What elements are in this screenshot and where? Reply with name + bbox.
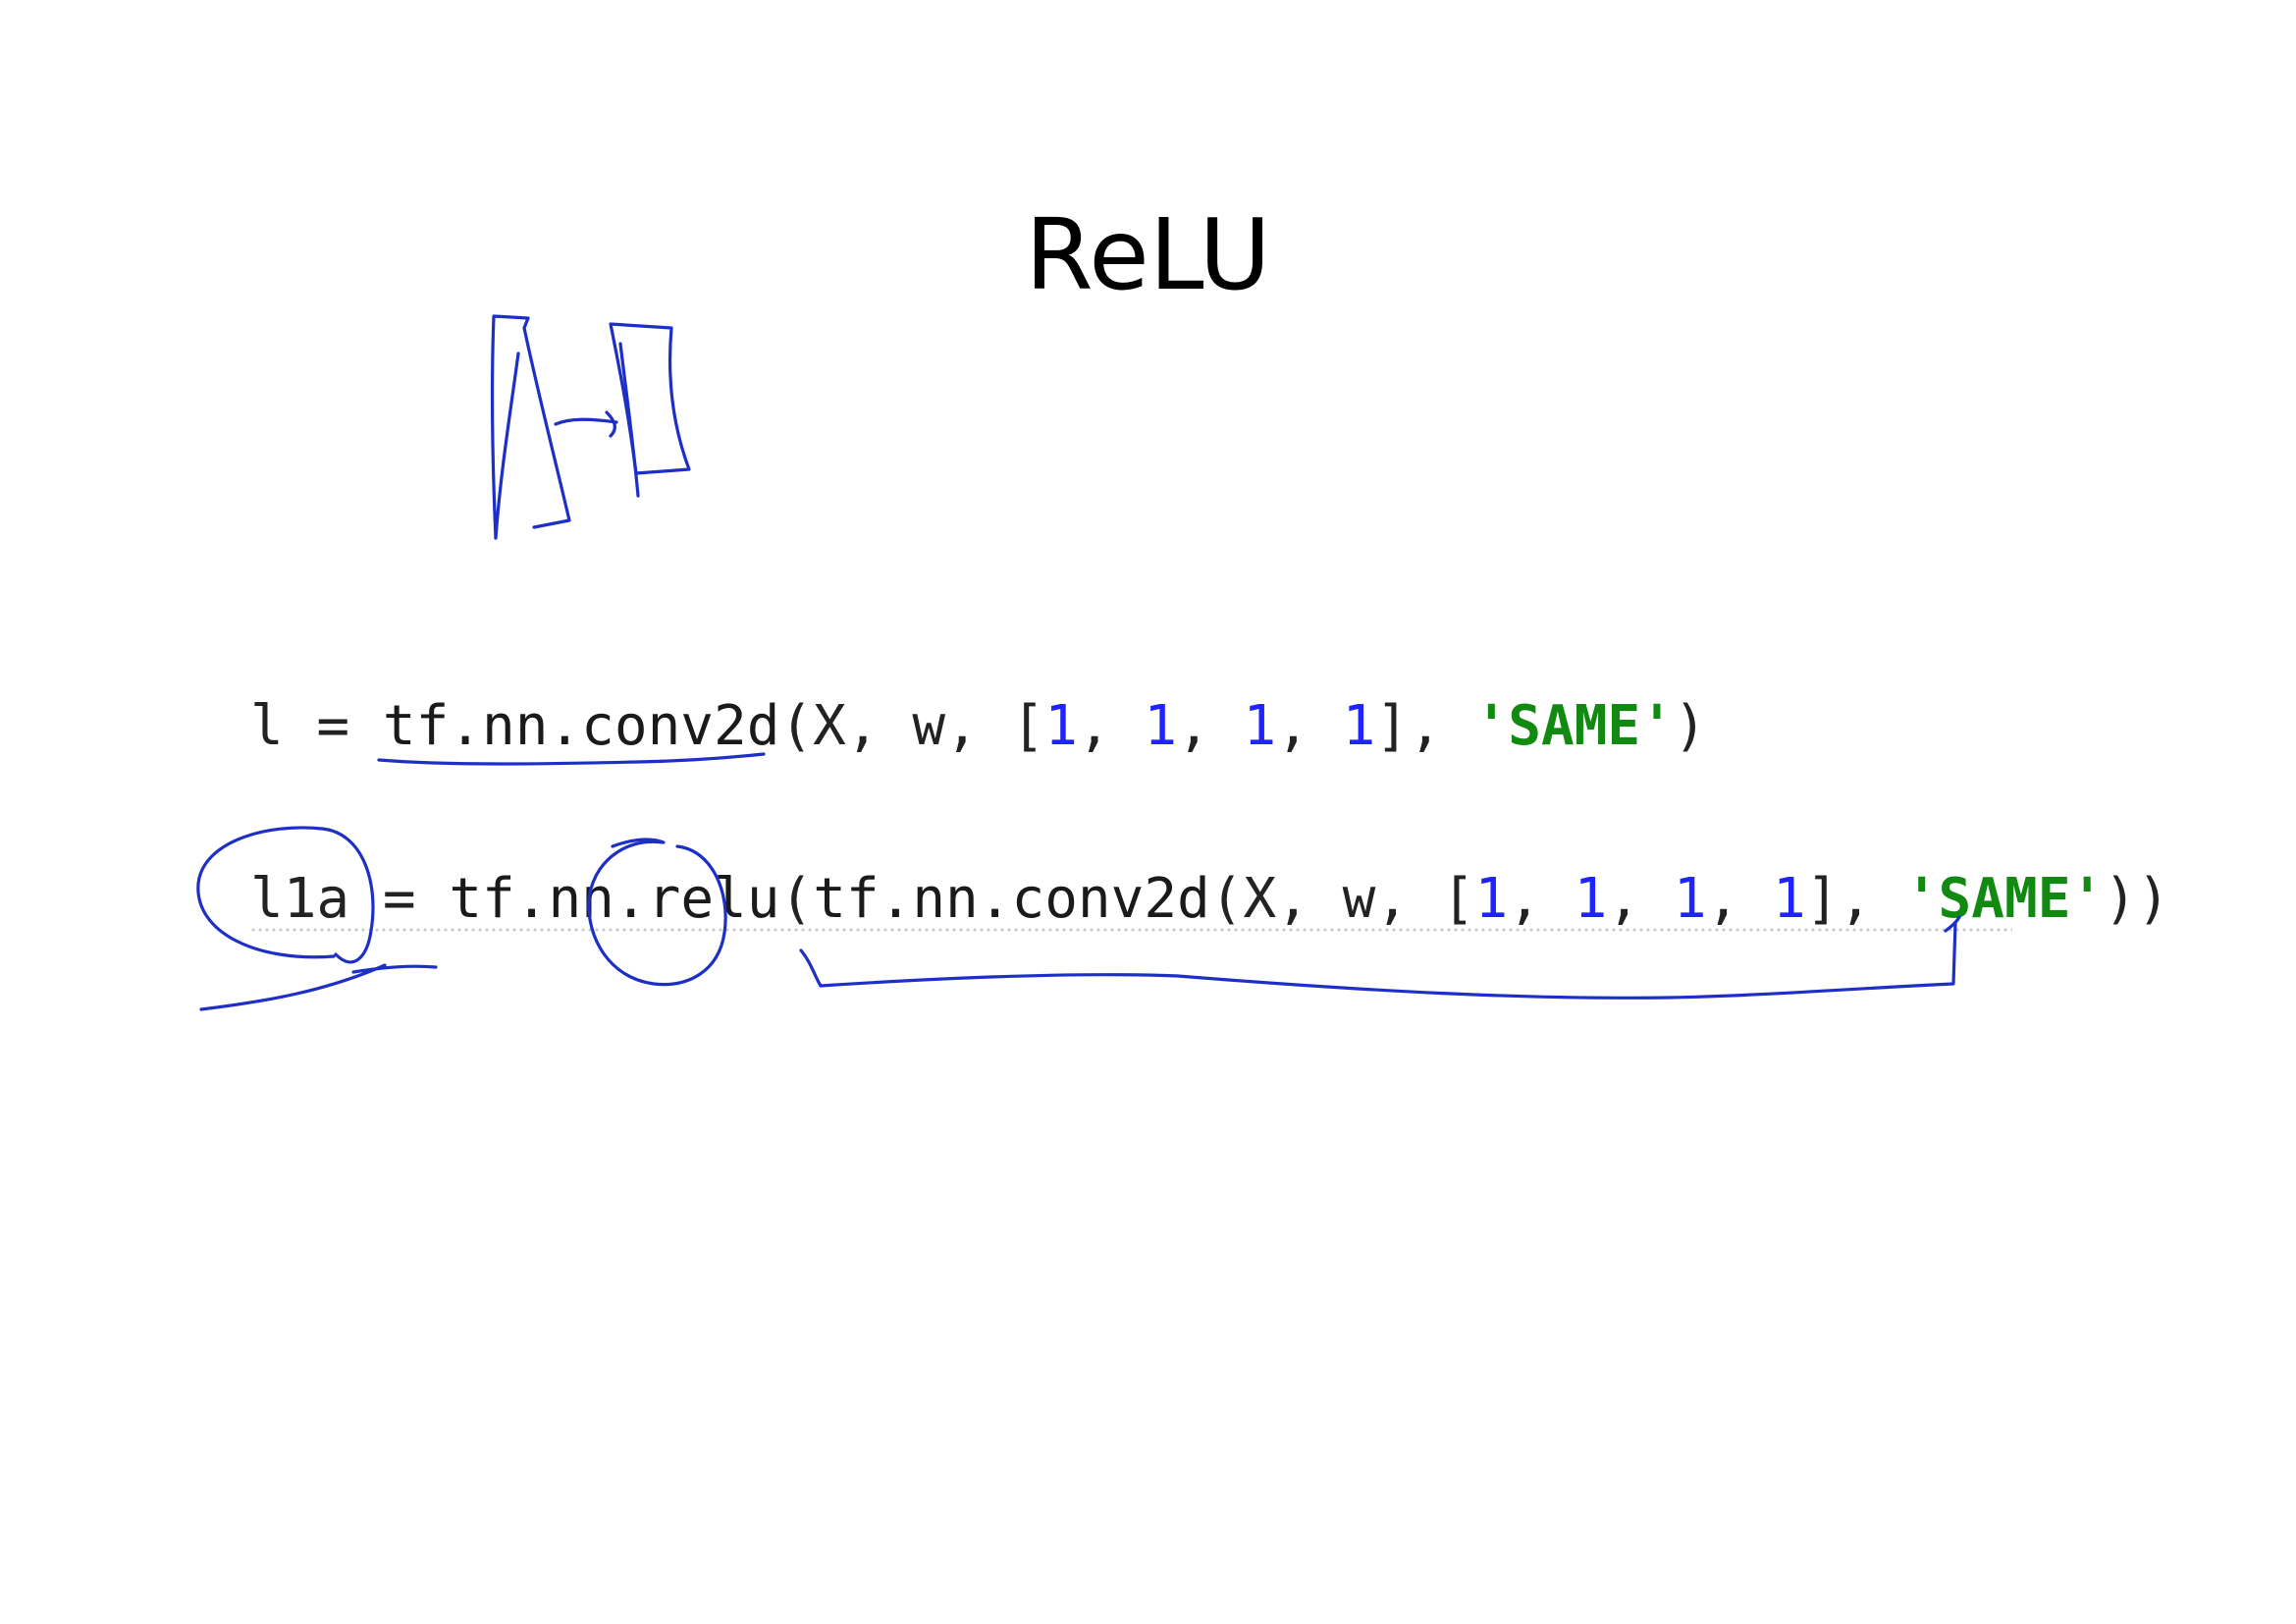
layer-rect-left-tail	[494, 352, 520, 540]
code-list-close: ],	[1805, 867, 1905, 931]
layer-arrow	[554, 410, 618, 438]
code-separator: ,	[1706, 867, 1773, 931]
layer-sketch-drawing	[490, 314, 691, 540]
slide: ReLU l = tf.nn.conv2d(X, w, [1, 1, 1, 1]…	[0, 0, 2296, 1624]
code-number: 1	[1144, 694, 1178, 758]
code-number: 1	[1772, 867, 1806, 931]
code-string: 'SAME'	[1904, 867, 2105, 931]
code-args: X, w, [	[1243, 867, 1475, 931]
code-paren-open: (	[779, 867, 814, 931]
code-paren-close: )	[1673, 694, 1707, 758]
code-function: tf.nn.conv2d	[382, 694, 780, 758]
code-separator: ,	[1607, 867, 1674, 931]
code-separator: ,	[1077, 694, 1145, 758]
code-assign: =	[349, 867, 450, 931]
code-paren-close: ))	[2104, 867, 2170, 931]
code-line-relu: l1a = tf.nn.relu(tf.nn.conv2d(X, w, [1, …	[250, 872, 2170, 927]
code-separator: ,	[1276, 694, 1343, 758]
code-number: 1	[1342, 694, 1376, 758]
layer-rect-left	[490, 314, 571, 540]
code-args: X, w, [	[813, 694, 1045, 758]
code-number: 1	[1574, 867, 1608, 931]
code-list-close: ],	[1375, 694, 1475, 758]
code-function-inner: tf.nn.conv2d	[813, 867, 1210, 931]
code-separator: ,	[1508, 867, 1575, 931]
layer-rect-right-tail	[618, 342, 640, 498]
code-paren-open: (	[779, 694, 814, 758]
code-variable: l1a	[250, 867, 350, 931]
linter-squiggle-underline	[250, 927, 2012, 933]
code-number: 1	[1474, 867, 1509, 931]
layer-rect-right	[609, 322, 691, 475]
code-function-outer: tf.nn.relu	[449, 867, 780, 931]
code-assign: =	[283, 694, 383, 758]
code-number: 1	[1673, 867, 1707, 931]
code-variable: l	[250, 694, 284, 758]
code-number: 1	[1044, 694, 1078, 758]
code-separator: ,	[1177, 694, 1244, 758]
code-paren-open: (	[1209, 867, 1244, 931]
code-string: 'SAME'	[1474, 694, 1674, 758]
code-number: 1	[1243, 694, 1277, 758]
slide-title: ReLU	[1025, 197, 1271, 312]
code-line-conv2d: l = tf.nn.conv2d(X, w, [1, 1, 1, 1], 'SA…	[250, 699, 1707, 754]
